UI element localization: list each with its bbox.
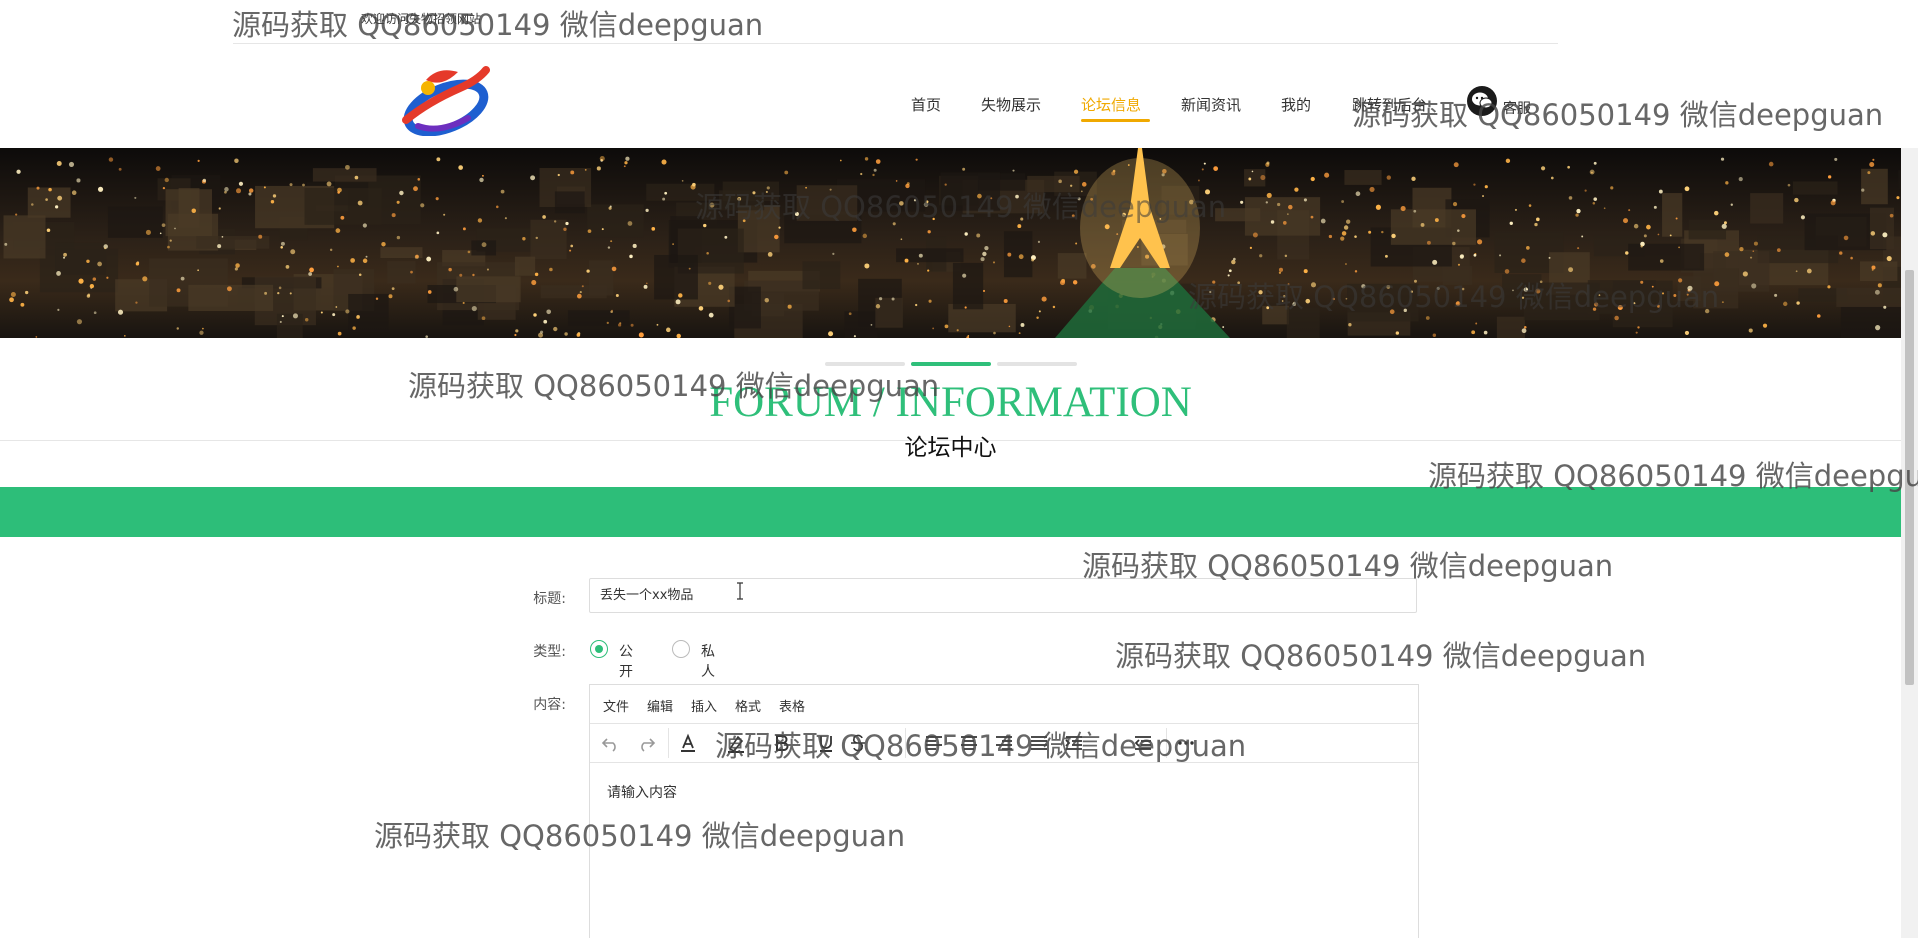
nav-item-forum[interactable]: 论坛信息 <box>1081 94 1141 115</box>
carousel-dot[interactable] <box>997 362 1077 366</box>
content-label: 内容: <box>533 697 566 713</box>
highlight-icon[interactable] <box>724 731 748 755</box>
top-bar: 欢迎访问失物招领网站 <box>0 0 1918 44</box>
radio-public[interactable] <box>590 640 608 658</box>
toolbar-separator <box>668 728 669 758</box>
more-icon[interactable] <box>1174 731 1198 755</box>
redo-icon[interactable] <box>634 731 658 755</box>
title-label: 标题: <box>533 591 566 607</box>
editor-placeholder: 请输入内容 <box>607 785 677 801</box>
toolbar-separator <box>905 728 906 758</box>
carousel-dot[interactable] <box>825 362 905 366</box>
editor-menubar: 文件 编辑 插入 格式 表格 <box>590 685 1418 724</box>
page-scrollbar[interactable] <box>1901 148 1918 938</box>
site-header <box>0 44 1918 148</box>
undo-icon[interactable] <box>599 731 623 755</box>
nav-item-news[interactable]: 新闻资讯 <box>1181 94 1241 115</box>
radio-private[interactable] <box>672 640 690 658</box>
menu-file[interactable]: 文件 <box>603 696 629 715</box>
green-banner-strip <box>0 487 1901 537</box>
menu-format[interactable]: 格式 <box>735 696 761 715</box>
title-input[interactable]: 丢失一个xx物品 <box>589 578 1417 613</box>
rich-text-editor: 文件 编辑 插入 格式 表格 请输入内容 <box>589 684 1419 938</box>
carousel-dot[interactable] <box>911 362 991 366</box>
nav-item-lost-items[interactable]: 失物展示 <box>981 94 1041 115</box>
align-right-icon[interactable] <box>992 731 1016 755</box>
nav-item-admin[interactable]: 跳转到后台 <box>1352 94 1427 115</box>
align-center-icon[interactable] <box>957 731 981 755</box>
wechat-icon[interactable] <box>1467 86 1497 116</box>
editor-content-area[interactable]: 请输入内容 <box>590 763 1418 939</box>
nav-item-mine[interactable]: 我的 <box>1281 94 1311 115</box>
radio-public-label: 公开 <box>619 644 633 680</box>
watermark-text: 源码获取 QQ86050149 微信deepguan <box>1115 639 1647 673</box>
indent-icon[interactable] <box>1062 731 1086 755</box>
toolbar-separator <box>1166 728 1167 758</box>
align-left-icon[interactable] <box>922 731 946 755</box>
welcome-text: 欢迎访问失物招领网站 <box>361 12 482 26</box>
menu-insert[interactable]: 插入 <box>691 696 717 715</box>
bold-icon[interactable] <box>770 731 794 755</box>
section-title-en: FORUM / INFORMATION <box>709 379 1192 426</box>
underline-icon[interactable] <box>814 731 838 755</box>
menu-edit[interactable]: 编辑 <box>647 696 673 715</box>
nav-active-indicator <box>1081 119 1150 122</box>
text-cursor-icon <box>737 582 743 600</box>
scrollbar-thumb[interactable] <box>1905 270 1914 685</box>
section-title-cn: 论坛中心 <box>904 435 997 461</box>
hero-banner <box>0 148 1901 338</box>
align-justify-icon[interactable] <box>1027 731 1051 755</box>
nav-item-home[interactable]: 首页 <box>911 94 941 115</box>
menu-table[interactable]: 表格 <box>779 696 805 715</box>
outdent-icon[interactable] <box>1131 731 1155 755</box>
site-logo[interactable] <box>398 62 490 137</box>
radio-private-label: 私人 <box>701 644 715 680</box>
customer-service-link[interactable]: 客服 <box>1503 98 1531 118</box>
strikethrough-icon[interactable] <box>846 731 870 755</box>
text-color-icon[interactable] <box>676 731 700 755</box>
city-night-image <box>3 148 1901 338</box>
editor-toolbar <box>590 724 1418 763</box>
type-label: 类型: <box>533 644 566 660</box>
